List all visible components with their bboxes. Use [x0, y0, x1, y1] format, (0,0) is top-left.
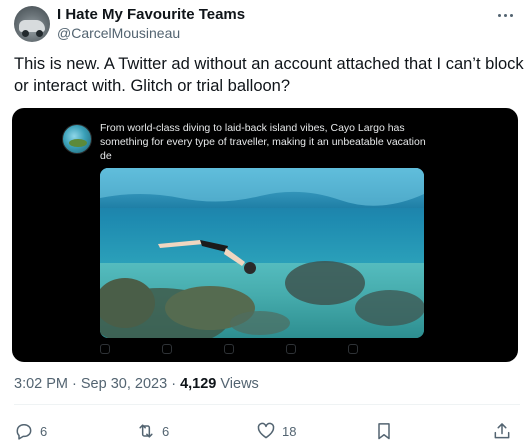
meta-separator: · — [68, 376, 81, 392]
reply-count: 6 — [40, 423, 48, 439]
like-button[interactable]: 18 — [256, 420, 296, 442]
divider — [14, 404, 520, 405]
tweet-media-screenshot[interactable]: From world-class diving to laid-back isl… — [12, 108, 518, 362]
views-count[interactable]: 4,129 — [180, 376, 216, 392]
bookmark-icon — [378, 423, 390, 440]
tweet-time[interactable]: 3:02 PM — [14, 376, 68, 392]
more-icon[interactable] — [496, 8, 514, 22]
retweet-button[interactable]: 6 — [136, 420, 169, 442]
ad-action-icons — [100, 344, 370, 356]
views-label: Views — [216, 376, 259, 392]
mini-like-icon — [224, 344, 234, 354]
mini-views-icon — [286, 344, 296, 354]
author-handle[interactable]: @CarcelMousineau — [57, 25, 180, 42]
tweet-date[interactable]: Sep 30, 2023 — [81, 376, 167, 392]
ad-text-line: something for every type of traveller, m… — [100, 136, 426, 148]
ad-text-line: From world-class diving to laid-back isl… — [100, 122, 405, 134]
share-icon — [494, 423, 510, 439]
mini-reply-icon — [100, 344, 110, 354]
tweet-header: I Hate My Favourite Teams @CarcelMousine… — [14, 6, 520, 42]
tweet-text-line: or interact with. Glitch or trial balloo… — [14, 77, 291, 95]
retweet-icon — [139, 424, 153, 438]
like-icon — [257, 422, 275, 439]
author-avatar[interactable] — [14, 6, 50, 42]
tweet-meta: 3:02 PM · Sep 30, 2023 · 4,129 Views — [14, 375, 259, 393]
bookmark-button[interactable] — [374, 420, 394, 442]
ad-text: From world-class diving to laid-back isl… — [100, 121, 430, 163]
retweet-count: 6 — [162, 423, 170, 439]
reply-button[interactable]: 6 — [14, 420, 47, 442]
ad-photo — [100, 168, 424, 338]
tweet-text: This is new. A Twitter ad without an acc… — [14, 53, 524, 97]
ad-text-line: de — [100, 150, 112, 162]
mini-share-icon — [348, 344, 358, 354]
share-button[interactable] — [492, 420, 512, 442]
author-name[interactable]: I Hate My Favourite Teams — [57, 6, 245, 24]
ad-avatar — [62, 124, 92, 154]
tweet-text-line: This is new. A Twitter ad without an acc… — [14, 55, 524, 73]
meta-separator: · — [167, 376, 181, 392]
underwater-scene-image — [100, 168, 424, 338]
reply-icon — [16, 424, 32, 440]
like-count: 18 — [282, 423, 297, 439]
mini-retweet-icon — [162, 344, 172, 354]
